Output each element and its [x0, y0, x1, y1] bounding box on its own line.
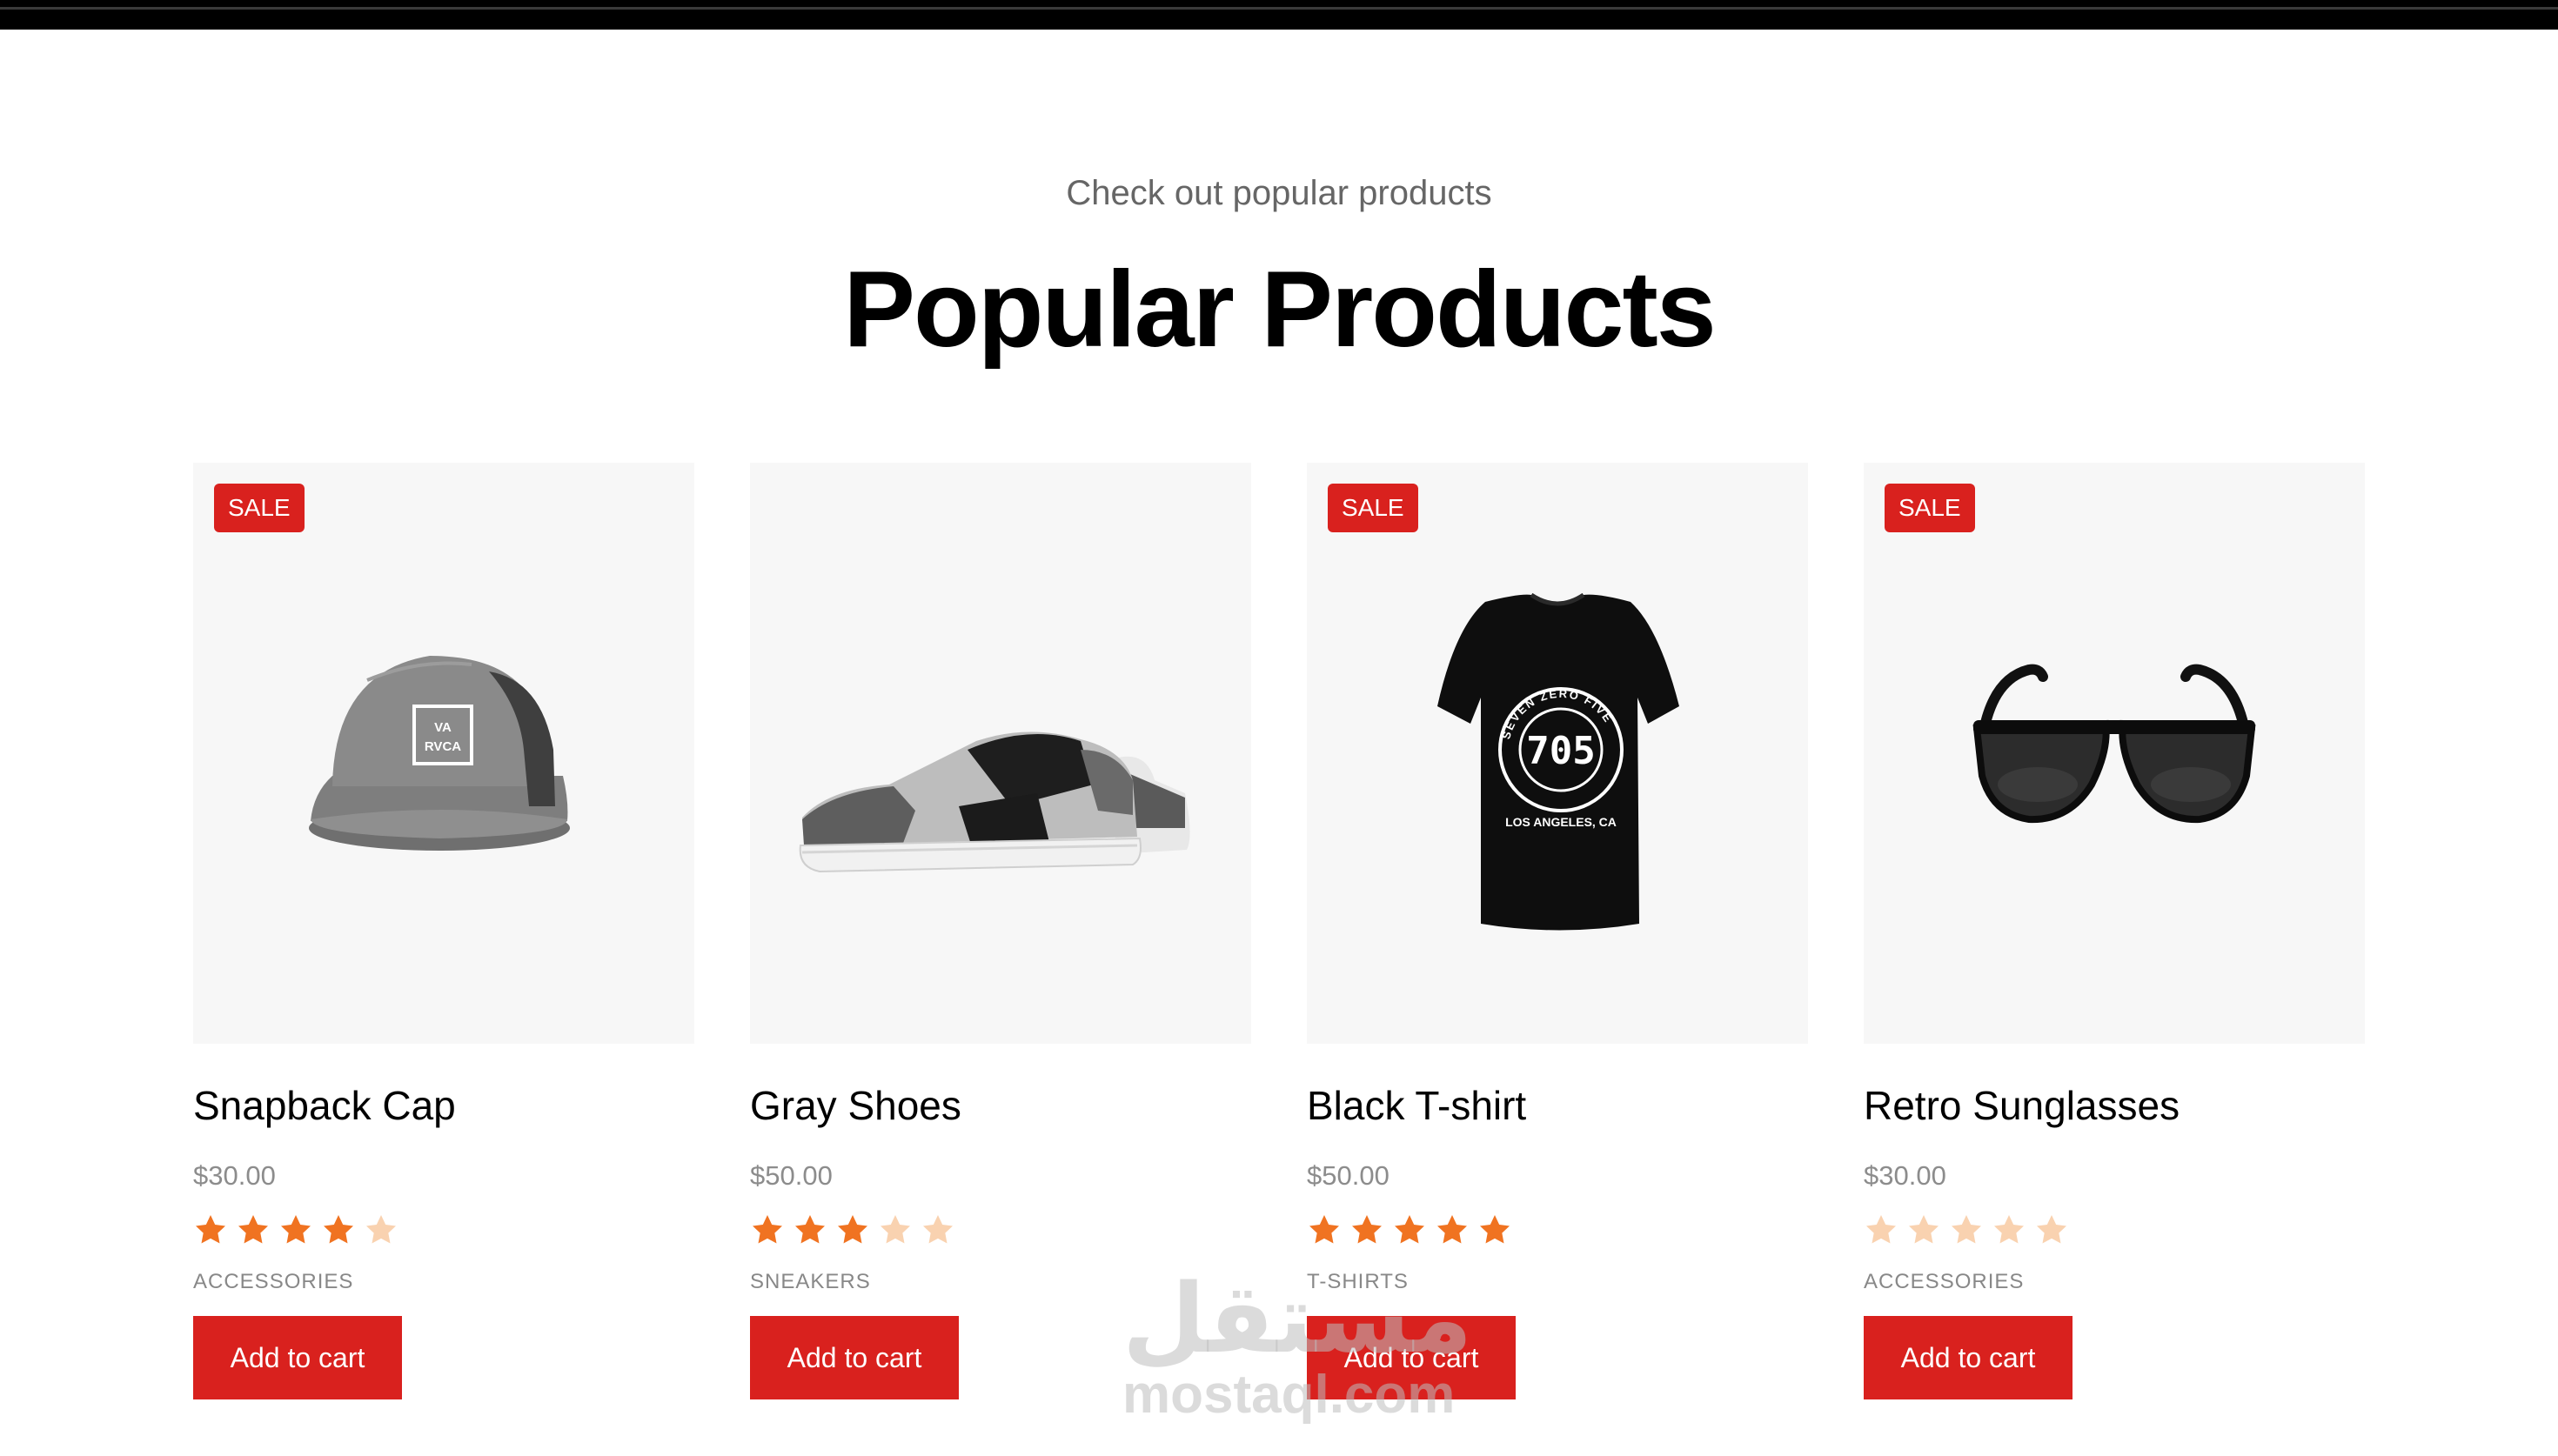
cap-logo-line1: VA — [434, 720, 452, 735]
product-price: $30.00 — [1864, 1160, 1946, 1191]
product-name[interactable]: Gray Shoes — [750, 1082, 961, 1129]
star-icon — [1952, 1215, 1981, 1244]
star-icon — [753, 1215, 782, 1244]
rating-stars — [750, 1212, 955, 1247]
tshirt-image: 705 SEVEN ZERO FIVE LOS ANGELES, CA — [1437, 592, 1679, 931]
star-icon — [1437, 1215, 1467, 1244]
cap-logo-line2: RVCA — [425, 739, 461, 754]
top-bar — [0, 0, 2558, 30]
section-subtitle: Check out popular products — [1066, 174, 1492, 212]
star-icon — [366, 1215, 396, 1244]
star-icon — [1909, 1215, 1939, 1244]
product-category[interactable]: SNEAKERS — [750, 1270, 871, 1294]
product-price: $50.00 — [750, 1160, 833, 1191]
shirt-city: LOS ANGELES, CA — [1505, 815, 1617, 829]
star-icon — [923, 1215, 953, 1244]
shoes-image — [799, 731, 1190, 873]
rating-stars — [1864, 1212, 2069, 1247]
add-to-cart-button[interactable]: Add to cart — [193, 1316, 402, 1399]
star-icon — [795, 1215, 825, 1244]
product-category[interactable]: T-SHIRTS — [1307, 1270, 1409, 1294]
star-icon — [881, 1215, 910, 1244]
product-name[interactable]: Snapback Cap — [193, 1082, 456, 1129]
star-icon — [1352, 1215, 1382, 1244]
product-price: $50.00 — [1307, 1160, 1389, 1191]
star-icon — [838, 1215, 867, 1244]
add-to-cart-button[interactable]: Add to cart — [1864, 1316, 2073, 1399]
product-price: $30.00 — [193, 1160, 276, 1191]
cap-image: VA RVCA — [309, 656, 570, 851]
product-image-container[interactable] — [750, 463, 1251, 1044]
product-image-container[interactable]: SALE VA RVCA — [193, 463, 694, 1044]
star-icon — [324, 1215, 353, 1244]
star-icon — [238, 1215, 268, 1244]
section-title: Popular Products — [843, 250, 1716, 370]
product-name[interactable]: Black T-shirt — [1307, 1082, 1526, 1129]
rating-stars — [1307, 1212, 1512, 1247]
product-name[interactable]: Retro Sunglasses — [1864, 1082, 2180, 1129]
product-image-container[interactable]: SALE 705 SEVEN ZERO FIVE LOS ANGELES, CA — [1307, 463, 1808, 1044]
shirt-number: 705 — [1526, 729, 1595, 773]
product-category[interactable]: ACCESSORIES — [193, 1270, 353, 1294]
star-icon — [1866, 1215, 1896, 1244]
product-card[interactable]: SALE Retro Sunglasses $30.00 ACCESSORIES… — [1864, 463, 2365, 1399]
star-icon — [1395, 1215, 1424, 1244]
star-icon — [196, 1215, 225, 1244]
add-to-cart-button[interactable]: Add to cart — [1307, 1316, 1516, 1399]
product-card[interactable]: Gray Shoes $50.00 SNEAKERS Add to cart — [750, 463, 1251, 1399]
rating-stars — [193, 1212, 398, 1247]
star-icon — [2037, 1215, 2066, 1244]
product-image-container[interactable]: SALE — [1864, 463, 2365, 1044]
product-card[interactable]: SALE 705 SEVEN ZERO FIVE LOS ANGELES, CA… — [1307, 463, 1808, 1399]
sunglasses-image — [1972, 664, 2256, 824]
star-icon — [1309, 1215, 1339, 1244]
star-icon — [281, 1215, 311, 1244]
add-to-cart-button[interactable]: Add to cart — [750, 1316, 959, 1399]
star-icon — [1480, 1215, 1510, 1244]
star-icon — [1994, 1215, 2024, 1244]
product-card[interactable]: SALE VA RVCA Snapback Cap $30.00 ACCESSO… — [193, 463, 694, 1399]
product-category[interactable]: ACCESSORIES — [1864, 1270, 2024, 1294]
